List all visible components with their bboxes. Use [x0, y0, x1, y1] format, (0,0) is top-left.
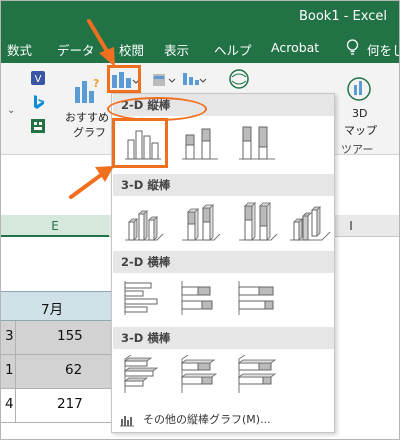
annotation-arrows	[69, 19, 115, 199]
excel-window: Book1 - Excel 数式 データ 校閲 表示 ヘルプ Acrobat 何…	[0, 0, 400, 440]
